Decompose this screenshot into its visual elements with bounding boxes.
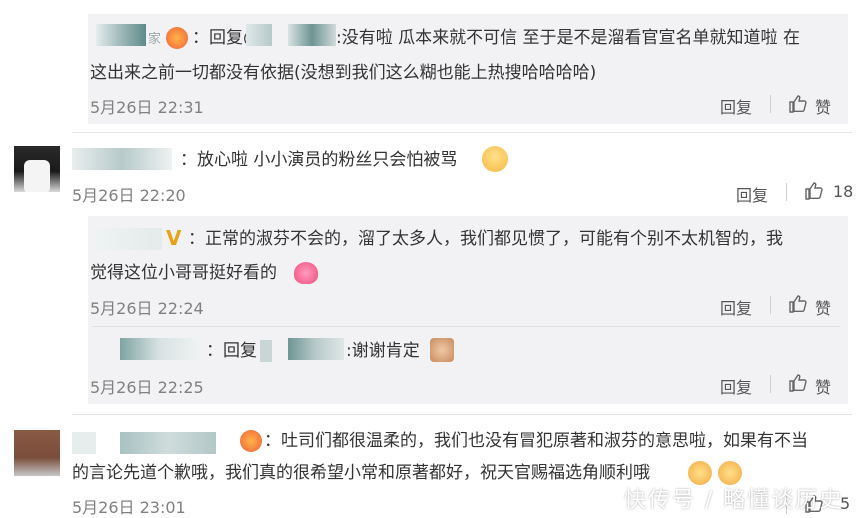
username-blurred[interactable] — [96, 228, 162, 250]
fan-badge-icon — [166, 27, 188, 49]
comment-text: 的言论先道个歉哦，我们真的很希望小常和原著都好，祝天官赐福选角顺利哦 — [72, 463, 650, 483]
username-tail: 家 — [148, 32, 162, 47]
reply-divider — [92, 326, 840, 327]
timestamp: 5月26日 22:25 — [90, 378, 204, 397]
divider — [786, 183, 787, 201]
mention-blurred[interactable] — [288, 24, 336, 46]
comment-text: ：吐司们都很温柔的，我们也没有冒犯原著和淑芬的意思啦，如果有不当 — [264, 431, 808, 451]
comment-text: ：正常的淑芬不会的，溜了太多人，我们都见惯了，可能有个别不太机智的，我 — [188, 229, 783, 249]
reply-button[interactable]: 回复 — [720, 295, 752, 319]
reply-button[interactable]: 回复 — [736, 182, 768, 206]
comment-text: 这出来之前一切都没有依据(没想到我们这么糊也能上热搜哈哈哈哈) — [90, 63, 597, 83]
watermark: 快传号 / 略懂谈历史 — [624, 488, 844, 513]
comment-text: :谢谢肯定 — [346, 341, 420, 361]
divider — [770, 95, 771, 113]
thumbs-up-icon[interactable] — [788, 294, 808, 314]
mention-blurred[interactable] — [260, 340, 272, 362]
username-blurred[interactable] — [96, 24, 146, 46]
mention-blurred[interactable] — [246, 24, 272, 46]
timestamp: 5月26日 22:24 — [90, 299, 204, 318]
thumbs-up-icon[interactable] — [788, 94, 808, 114]
timestamp: 5月26日 22:31 — [90, 98, 204, 117]
heart-icon — [294, 262, 318, 284]
username-blurred[interactable] — [72, 432, 96, 454]
mention-blurred[interactable] — [288, 338, 344, 360]
timestamp: 5月26日 23:01 — [72, 498, 186, 517]
avatar[interactable] — [14, 146, 60, 192]
reply-prefix: ：回复 — [206, 341, 257, 361]
timestamp: 5月26日 22:20 — [72, 186, 186, 205]
username-blurred[interactable] — [120, 432, 216, 454]
like-label[interactable]: 赞 — [815, 374, 831, 398]
verified-v-icon: V — [166, 226, 182, 250]
reply-button[interactable]: 回复 — [720, 374, 752, 398]
section-divider — [72, 132, 852, 133]
awkward-face-icon — [482, 146, 508, 172]
like-count: 18 — [833, 182, 854, 201]
username-blurred[interactable] — [120, 338, 198, 360]
fan-badge-icon — [240, 430, 262, 452]
section-divider — [72, 414, 852, 415]
comment-text: :没有啦 瓜本来就不可信 至于是不是溜看官宣名单就知道啦 在 — [336, 28, 800, 48]
comment-text: ：放心啦 小小演员的粉丝只会怕被骂 — [180, 150, 458, 170]
avatar[interactable] — [14, 430, 60, 476]
username-blurred[interactable] — [72, 148, 172, 170]
thumbs-up-icon[interactable] — [804, 181, 824, 201]
thumbs-up-icon[interactable] — [788, 373, 808, 393]
divider — [770, 375, 771, 393]
reply-button[interactable]: 回复 — [720, 94, 752, 118]
like-label[interactable]: 赞 — [815, 295, 831, 319]
divider — [770, 296, 771, 314]
comment-text: 觉得这位小哥哥挺好看的 — [90, 263, 277, 283]
like-label[interactable]: 赞 — [815, 94, 831, 118]
thanks-doll-icon — [430, 338, 454, 362]
